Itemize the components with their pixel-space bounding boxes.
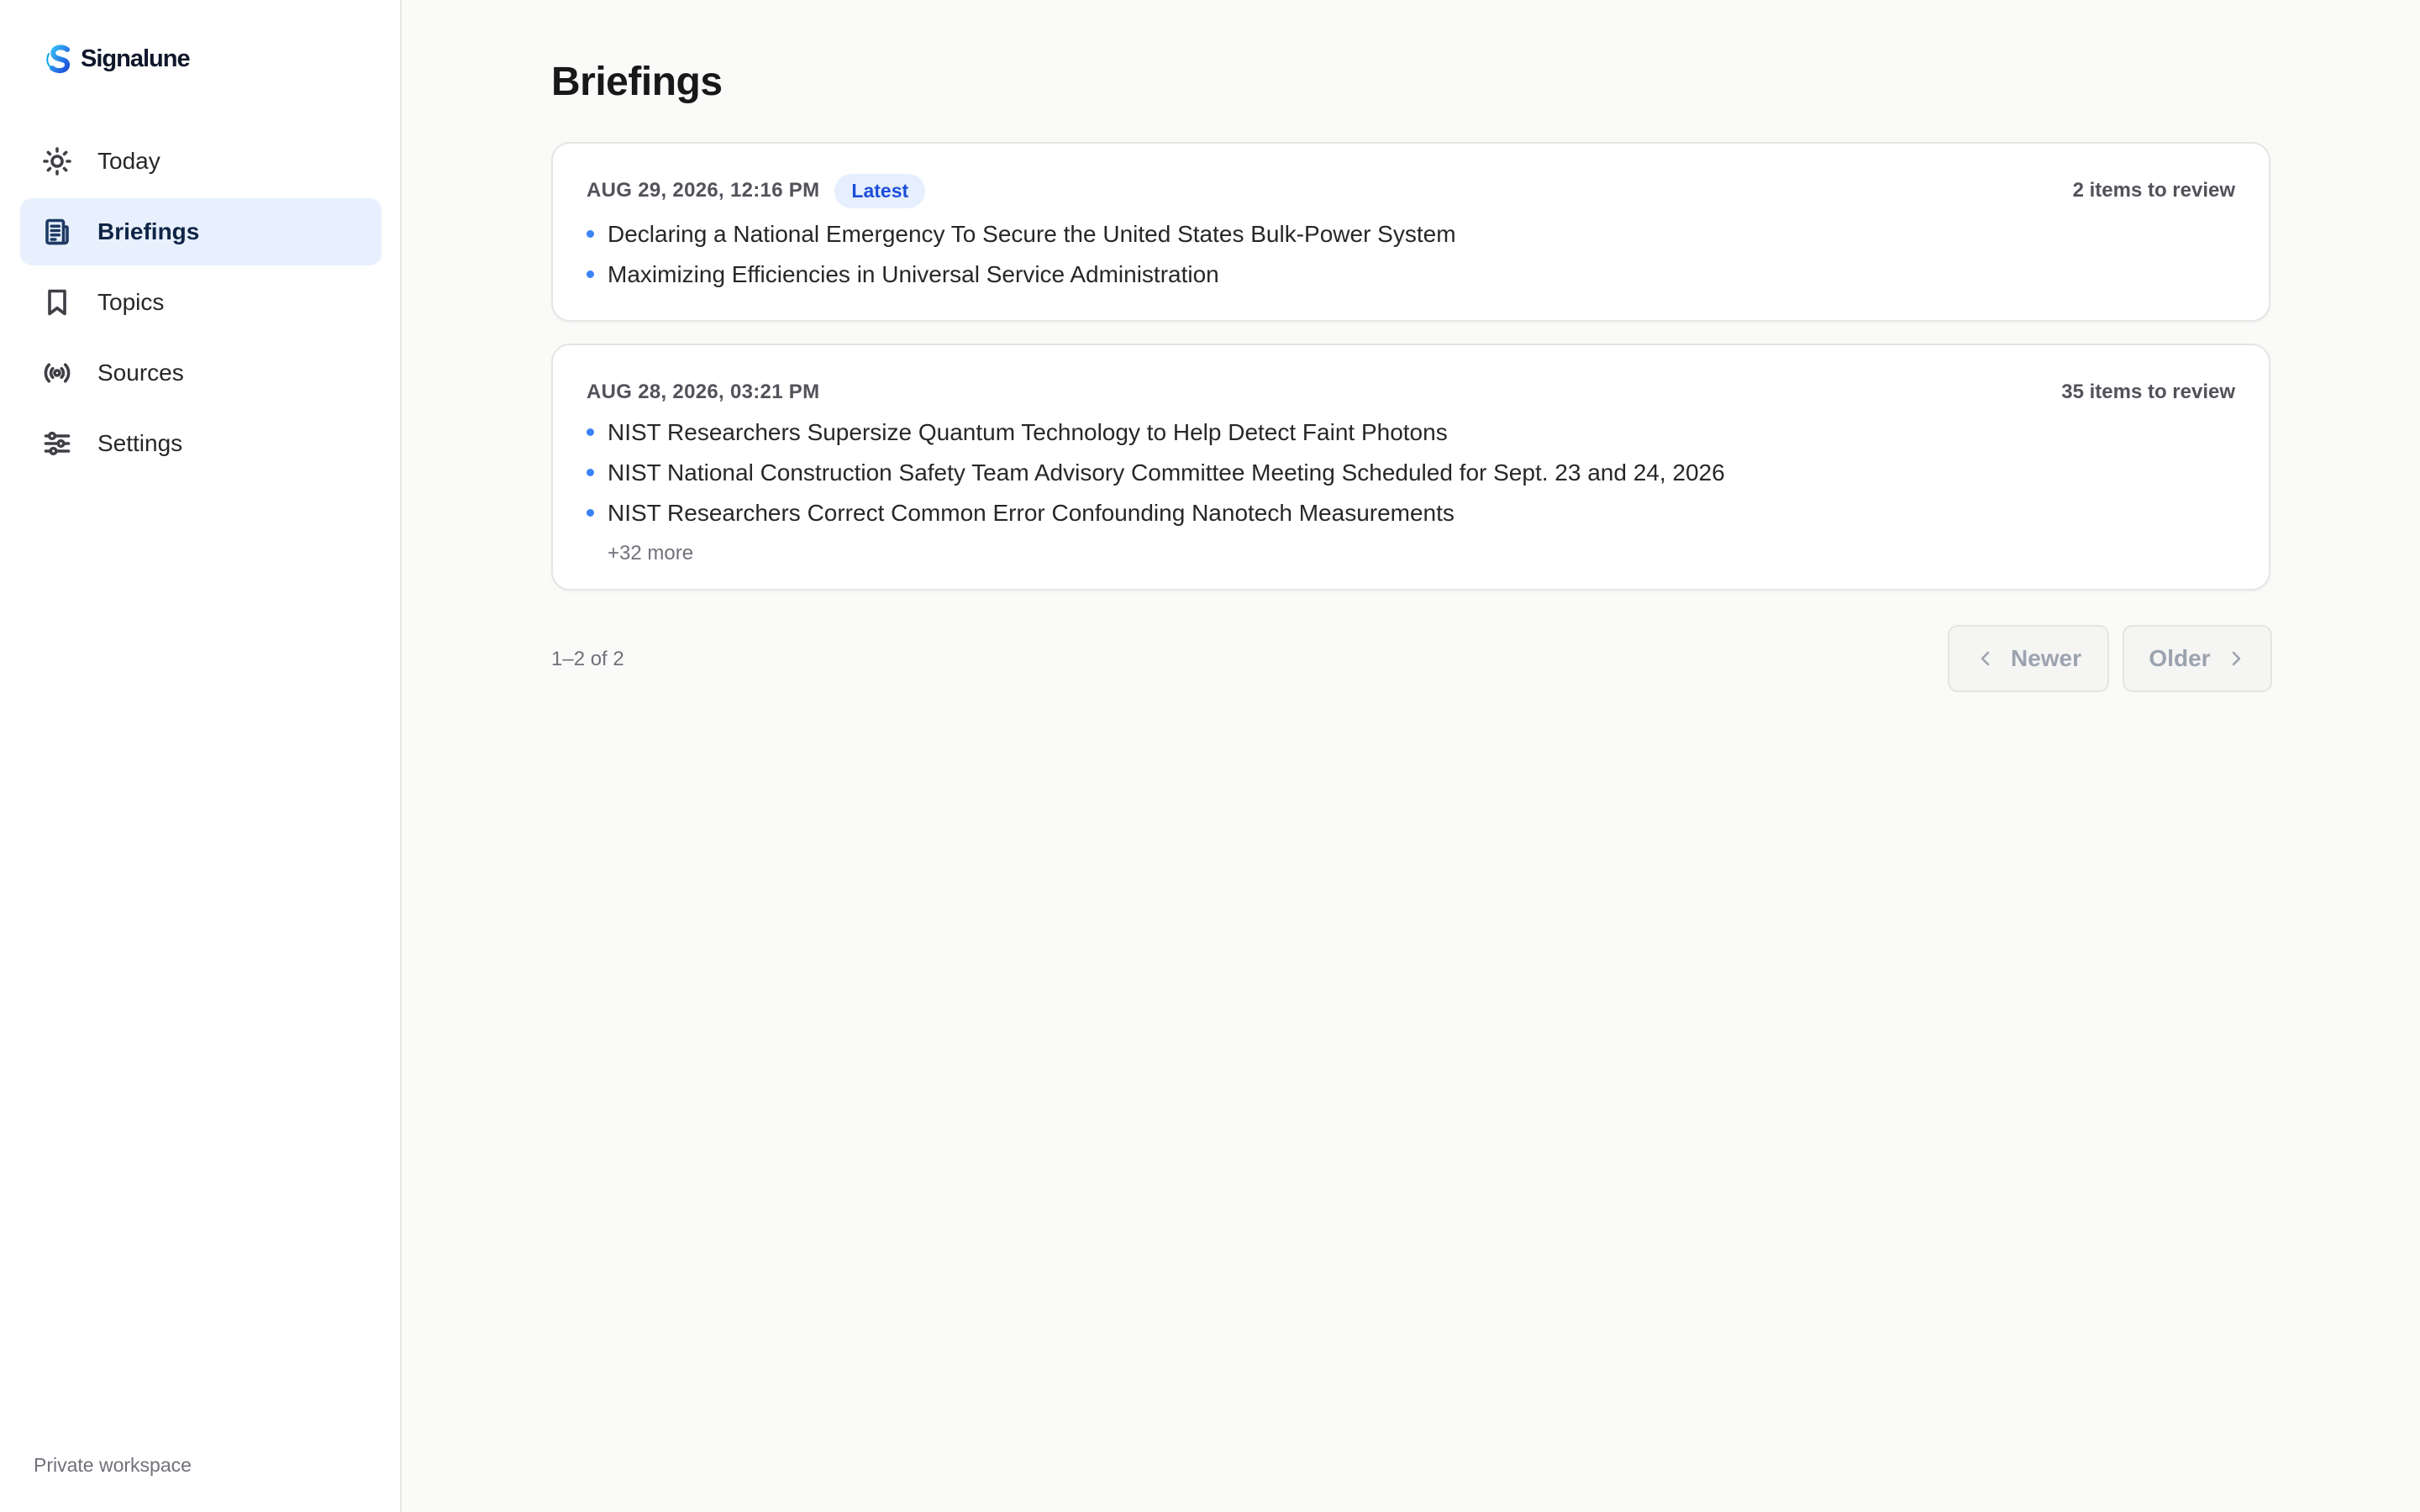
briefing-items: NIST Researchers Supersize Quantum Techn… xyxy=(587,419,2235,565)
list-item-text: Maximizing Efficiencies in Universal Ser… xyxy=(608,261,1219,287)
briefing-date: AUG 29, 2026, 12:16 PM xyxy=(587,179,820,202)
chevron-right-icon xyxy=(2232,651,2240,666)
sidebar-item-label: Sources xyxy=(97,360,184,386)
signalune-logo-icon xyxy=(46,45,71,74)
older-label: Older xyxy=(2149,645,2211,671)
sidebar-item-topics[interactable]: Topics xyxy=(20,269,381,336)
pagination-range: 1–2 of 2 xyxy=(551,648,624,670)
chevron-left-icon xyxy=(1981,651,1990,666)
briefing-items: Declaring a National Emergency To Secure… xyxy=(587,221,2235,302)
sidebar-nav: Today Briefings Topics Sources Settings xyxy=(20,128,381,480)
sidebar-item-briefings[interactable]: Briefings xyxy=(20,198,381,265)
logo[interactable]: Signalune xyxy=(44,42,191,76)
sidebar-item-label: Topics xyxy=(97,289,165,315)
page-title: Briefings xyxy=(551,60,723,104)
list-item[interactable]: NIST Researchers Supersize Quantum Techn… xyxy=(587,419,2235,459)
workspace-label: Private workspace xyxy=(34,1454,192,1476)
sidebar: Signalune Today Briefings Topics Sources… xyxy=(0,0,402,1512)
list-item-text: NIST Researchers Correct Common Error Co… xyxy=(608,500,1455,526)
briefing-card-header: AUG 28, 2026, 03:21 PM 35 items to revie… xyxy=(587,374,2235,411)
newspaper-icon xyxy=(40,215,74,249)
sidebar-item-sources[interactable]: Sources xyxy=(20,339,381,407)
sidebar-item-label: Settings xyxy=(97,430,183,456)
list-item[interactable]: NIST National Construction Safety Team A… xyxy=(587,459,2235,500)
newer-button[interactable]: Newer xyxy=(1948,625,2109,692)
bullet-icon xyxy=(587,469,594,476)
sidebar-item-today[interactable]: Today xyxy=(20,128,381,195)
briefing-date: AUG 28, 2026, 03:21 PM xyxy=(587,381,820,403)
latest-badge: Latest xyxy=(834,173,926,208)
app-name: Signalune xyxy=(81,45,191,72)
review-count: 35 items to review xyxy=(2061,381,2235,403)
list-item[interactable]: Maximizing Efficiencies in Universal Ser… xyxy=(587,261,2235,302)
list-item-text: NIST Researchers Supersize Quantum Techn… xyxy=(608,419,1448,445)
list-item-text: Declaring a National Emergency To Secure… xyxy=(608,221,1456,247)
bookmark-icon xyxy=(40,286,74,319)
broadcast-icon xyxy=(40,356,74,390)
bullet-icon xyxy=(587,428,594,436)
bullet-icon xyxy=(587,509,594,517)
newer-label: Newer xyxy=(2010,645,2082,671)
sidebar-item-label: Briefings xyxy=(97,218,200,244)
list-item-text: NIST National Construction Safety Team A… xyxy=(608,459,1725,486)
older-button[interactable]: Older xyxy=(2123,625,2272,692)
sliders-icon xyxy=(40,427,74,460)
briefing-card[interactable]: AUG 29, 2026, 12:16 PM Latest 2 items to… xyxy=(551,142,2270,322)
review-count: 2 items to review xyxy=(2072,179,2235,202)
briefing-card-header: AUG 29, 2026, 12:16 PM Latest 2 items to… xyxy=(587,172,2235,209)
list-item[interactable]: Declaring a National Emergency To Secure… xyxy=(587,221,2235,261)
bullet-icon xyxy=(587,270,594,278)
app-root: Signalune Today Briefings Topics Sources… xyxy=(0,0,2420,1512)
bullet-icon xyxy=(587,230,594,238)
briefing-card[interactable]: AUG 28, 2026, 03:21 PM 35 items to revie… xyxy=(551,344,2270,591)
sidebar-item-settings[interactable]: Settings xyxy=(20,410,381,477)
sun-icon xyxy=(40,144,74,178)
more-items-link[interactable]: +32 more xyxy=(608,542,2235,565)
sidebar-item-label: Today xyxy=(97,148,160,174)
list-item[interactable]: NIST Researchers Correct Common Error Co… xyxy=(587,500,2235,540)
main-content: Briefings AUG 29, 2026, 12:16 PM Latest … xyxy=(402,0,2420,1512)
